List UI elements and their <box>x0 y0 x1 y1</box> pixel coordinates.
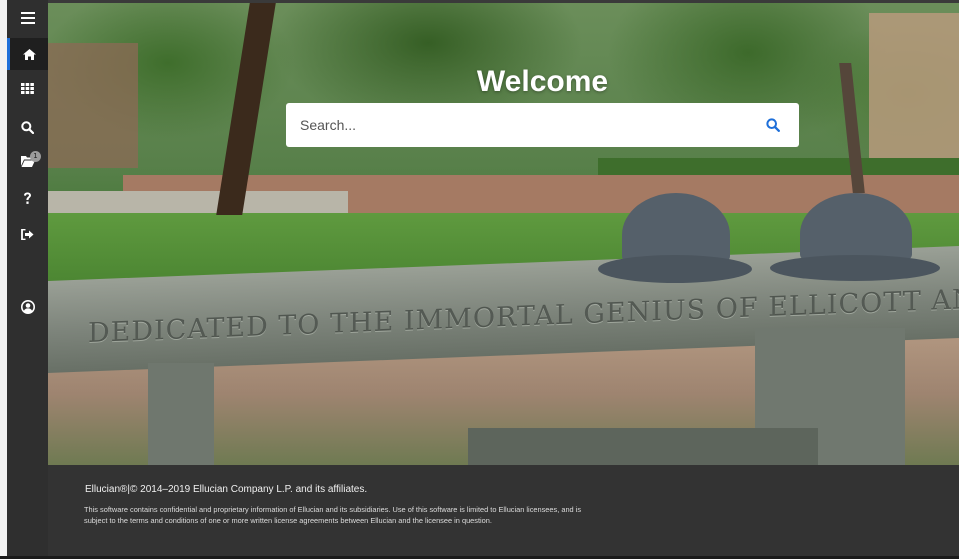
sidebar: 1 <box>7 0 48 556</box>
window-edge <box>0 0 7 559</box>
home-icon <box>22 48 36 60</box>
sign-out-icon <box>21 228 34 240</box>
user-circle-icon <box>20 300 35 314</box>
hero-building-left <box>48 43 138 168</box>
hero-bench-rail <box>468 428 818 465</box>
footer: Ellucian®|© 2014–2019 Ellucian Company L… <box>48 465 959 556</box>
sign-out-button[interactable] <box>7 218 48 250</box>
welcome-heading: Welcome <box>476 65 609 98</box>
question-icon <box>24 192 31 204</box>
home-button[interactable] <box>7 38 48 70</box>
grid-icon <box>21 82 34 94</box>
search-bar <box>286 103 799 147</box>
hamburger-menu-icon <box>20 12 35 24</box>
footer-legal-notice: This software contains confidential and … <box>84 505 582 525</box>
hero-bowler-hat-right-brim <box>770 255 940 281</box>
hamburger-menu-button[interactable] <box>7 2 48 34</box>
user-profile-button[interactable] <box>7 291 48 323</box>
search-input[interactable] <box>286 103 747 147</box>
app-root: 1 DEDICATED TO THE IMMORTAL GENIUS OF EL… <box>0 0 959 559</box>
recently-opened-button[interactable]: 1 <box>7 145 48 177</box>
hero-path <box>48 191 348 215</box>
hero-bench-leg-left <box>148 363 214 465</box>
applications-button[interactable] <box>7 72 48 104</box>
search-nav-button[interactable] <box>7 111 48 143</box>
help-button[interactable] <box>7 182 48 214</box>
notification-badge: 1 <box>30 151 41 162</box>
search-icon <box>21 120 34 134</box>
hero-bowler-hat-left-brim <box>598 255 752 283</box>
hero-background: DEDICATED TO THE IMMORTAL GENIUS OF ELLI… <box>48 3 959 465</box>
search-button[interactable] <box>747 103 799 147</box>
hero-building-right <box>869 13 959 163</box>
search-icon <box>766 118 780 132</box>
footer-copyright: Ellucian®|© 2014–2019 Ellucian Company L… <box>85 484 368 495</box>
